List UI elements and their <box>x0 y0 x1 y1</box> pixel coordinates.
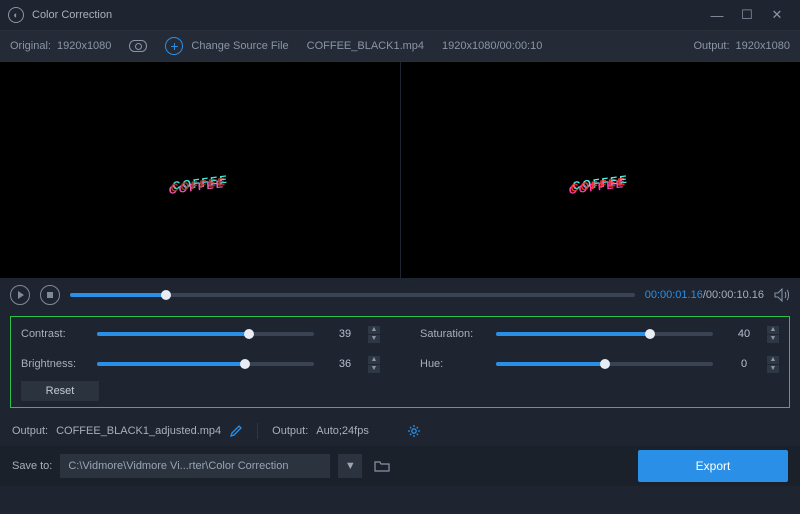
app-icon: ◐ <box>8 7 24 23</box>
stop-button[interactable] <box>40 285 60 305</box>
volume-icon[interactable] <box>774 288 790 302</box>
close-button[interactable]: ✕ <box>762 0 792 30</box>
hue-slider[interactable] <box>496 362 713 366</box>
playback-bar: 00:00:01.16/00:00:10.16 <box>0 278 800 312</box>
time-current: 00:00:01.16 <box>645 289 703 301</box>
save-path-dropdown[interactable]: ▼ <box>338 454 362 478</box>
save-row: Save to: C:\Vidmore\Vidmore Vi...rter\Co… <box>0 446 800 486</box>
original-resolution: 1920x1080 <box>57 40 111 52</box>
change-source-label: Change Source File <box>191 40 288 52</box>
output-settings-prefix: Output: <box>272 425 308 437</box>
brightness-step-up[interactable]: ▲ <box>368 356 380 364</box>
seek-slider[interactable] <box>70 293 635 297</box>
contrast-label: Contrast: <box>21 328 87 340</box>
plus-icon: + <box>165 37 183 55</box>
output-resolution: 1920x1080 <box>736 40 790 52</box>
output-settings-value: Auto;24fps <box>316 425 369 437</box>
source-dims-time: 1920x1080/00:00:10 <box>442 40 542 52</box>
contrast-control: Contrast: 39 ▲▼ <box>21 325 380 343</box>
save-to-label: Save to: <box>12 460 52 472</box>
hue-step-up[interactable]: ▲ <box>767 356 779 364</box>
saturation-step-down[interactable]: ▼ <box>767 335 779 343</box>
contrast-slider[interactable] <box>97 332 314 336</box>
titlebar: ◐ Color Correction — ☐ ✕ <box>0 0 800 30</box>
edit-filename-button[interactable] <box>229 424 243 438</box>
hue-step-down[interactable]: ▼ <box>767 365 779 373</box>
source-filename: COFFEE_BLACK1.mp4 <box>307 40 424 52</box>
brightness-slider[interactable] <box>97 362 314 366</box>
saturation-value[interactable]: 40 <box>723 325 765 343</box>
brightness-step-down[interactable]: ▼ <box>368 365 380 373</box>
brightness-control: Brightness: 36 ▲▼ <box>21 355 380 373</box>
original-label: Original: <box>10 40 51 52</box>
minimize-button[interactable]: — <box>702 0 732 30</box>
window-title: Color Correction <box>32 9 112 21</box>
contrast-step-down[interactable]: ▼ <box>368 335 380 343</box>
hue-control: Hue: 0 ▲▼ <box>420 355 779 373</box>
saturation-control: Saturation: 40 ▲▼ <box>420 325 779 343</box>
output-settings-row: Output: COFFEE_BLACK1_adjusted.mp4 Outpu… <box>0 416 800 446</box>
preview-area: COFFEE COFFEE COFFEE COFFEE COFFEE COFFE… <box>0 62 800 278</box>
preview-adjusted: COFFEE COFFEE COFFEE <box>400 62 800 278</box>
brightness-label: Brightness: <box>21 358 87 370</box>
source-info-bar: Original: 1920x1080 + Change Source File… <box>0 30 800 62</box>
saturation-step-up[interactable]: ▲ <box>767 326 779 334</box>
change-source-button[interactable]: + Change Source File <box>165 37 288 55</box>
output-file-prefix: Output: <box>12 425 48 437</box>
seek-thumb[interactable] <box>161 290 171 300</box>
saturation-label: Saturation: <box>420 328 486 340</box>
output-settings-button[interactable] <box>407 424 421 438</box>
maximize-button[interactable]: ☐ <box>732 0 762 30</box>
preview-original: COFFEE COFFEE COFFEE <box>0 62 400 278</box>
hue-value[interactable]: 0 <box>723 355 765 373</box>
export-button[interactable]: Export <box>638 450 788 482</box>
output-filename: COFFEE_BLACK1_adjusted.mp4 <box>56 425 221 437</box>
hue-label: Hue: <box>420 358 486 370</box>
contrast-value[interactable]: 39 <box>324 325 366 343</box>
open-folder-button[interactable] <box>370 454 394 478</box>
saturation-slider[interactable] <box>496 332 713 336</box>
output-label: Output: <box>693 40 729 52</box>
seek-fill <box>70 293 166 297</box>
reset-button[interactable]: Reset <box>21 381 99 401</box>
save-path-field[interactable]: C:\Vidmore\Vidmore Vi...rter\Color Corre… <box>60 454 330 478</box>
play-button[interactable] <box>10 285 30 305</box>
color-controls-panel: Contrast: 39 ▲▼ Saturation: 40 ▲▼ Bright… <box>10 316 790 408</box>
time-display: 00:00:01.16/00:00:10.16 <box>645 289 764 301</box>
preview-eye-icon[interactable] <box>129 40 147 52</box>
time-total: /00:00:10.16 <box>703 289 764 301</box>
brightness-value[interactable]: 36 <box>324 355 366 373</box>
contrast-step-up[interactable]: ▲ <box>368 326 380 334</box>
